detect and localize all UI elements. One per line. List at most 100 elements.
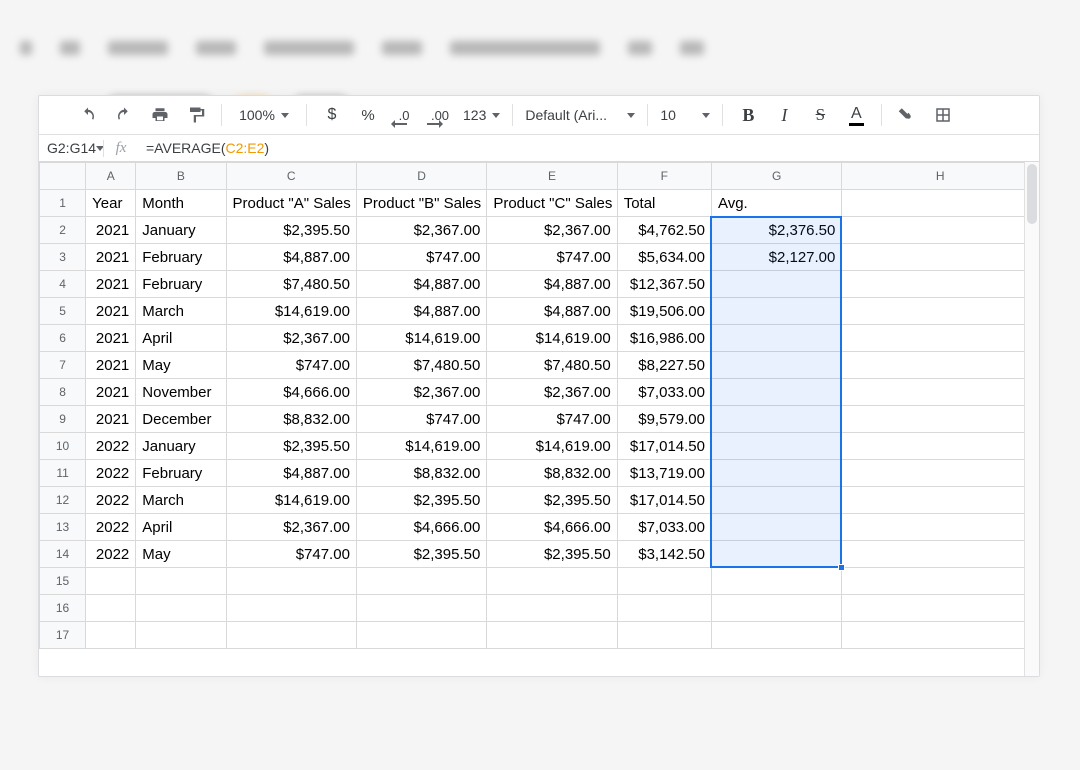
cell-H15[interactable] — [842, 568, 1039, 595]
cell-D12[interactable]: $2,395.50 — [356, 487, 486, 514]
cell-G9[interactable] — [711, 406, 841, 433]
cell-D13[interactable]: $4,666.00 — [356, 514, 486, 541]
cell-F15[interactable] — [617, 568, 711, 595]
cell-D4[interactable]: $4,887.00 — [356, 271, 486, 298]
cell-C5[interactable]: $14,619.00 — [226, 298, 356, 325]
cell-E16[interactable] — [487, 595, 617, 622]
col-header-D[interactable]: D — [356, 163, 486, 190]
row-header-2[interactable]: 2 — [40, 217, 86, 244]
undo-button[interactable] — [71, 101, 105, 129]
cell-F17[interactable] — [617, 622, 711, 649]
cell-G15[interactable] — [711, 568, 841, 595]
cell-F7[interactable]: $8,227.50 — [617, 352, 711, 379]
cell-C11[interactable]: $4,887.00 — [226, 460, 356, 487]
cell-G13[interactable] — [711, 514, 841, 541]
cell-B6[interactable]: April — [136, 325, 226, 352]
cell-C9[interactable]: $8,832.00 — [226, 406, 356, 433]
cell-E7[interactable]: $7,480.50 — [487, 352, 617, 379]
spreadsheet-grid[interactable]: A B C D E F G H 1 Year Month Product "A"… — [39, 162, 1039, 649]
cell-B13[interactable]: April — [136, 514, 226, 541]
cell-E17[interactable] — [487, 622, 617, 649]
cell-H13[interactable] — [842, 514, 1039, 541]
cell-C3[interactable]: $4,887.00 — [226, 244, 356, 271]
borders-button[interactable] — [926, 101, 960, 129]
cell-G8[interactable] — [711, 379, 841, 406]
cell-D11[interactable]: $8,832.00 — [356, 460, 486, 487]
cell-E11[interactable]: $8,832.00 — [487, 460, 617, 487]
cell-A4[interactable]: 2021 — [86, 271, 136, 298]
cell-F13[interactable]: $7,033.00 — [617, 514, 711, 541]
more-formats-dropdown[interactable]: 123 — [459, 101, 504, 129]
cell-H11[interactable] — [842, 460, 1039, 487]
strikethrough-button[interactable]: S — [803, 101, 837, 129]
increase-decimal-button[interactable]: .00 — [423, 101, 457, 129]
cell-A9[interactable]: 2021 — [86, 406, 136, 433]
cell-G14[interactable] — [711, 541, 841, 568]
zoom-dropdown[interactable]: 100% — [230, 101, 298, 129]
cell-C14[interactable]: $747.00 — [226, 541, 356, 568]
cell-H8[interactable] — [842, 379, 1039, 406]
cell-E14[interactable]: $2,395.50 — [487, 541, 617, 568]
cell-E9[interactable]: $747.00 — [487, 406, 617, 433]
col-header-A[interactable]: A — [86, 163, 136, 190]
cell-G10[interactable] — [711, 433, 841, 460]
cell-B15[interactable] — [136, 568, 226, 595]
cell-F4[interactable]: $12,367.50 — [617, 271, 711, 298]
cell-C13[interactable]: $2,367.00 — [226, 514, 356, 541]
cell-G1[interactable]: Avg. — [711, 190, 841, 217]
cell-H1[interactable] — [842, 190, 1039, 217]
cell-G11[interactable] — [711, 460, 841, 487]
cell-D10[interactable]: $14,619.00 — [356, 433, 486, 460]
cell-F3[interactable]: $5,634.00 — [617, 244, 711, 271]
decrease-decimal-button[interactable]: .0 — [387, 101, 421, 129]
col-header-H[interactable]: H — [842, 163, 1039, 190]
cell-F6[interactable]: $16,986.00 — [617, 325, 711, 352]
cell-B17[interactable] — [136, 622, 226, 649]
row-header-12[interactable]: 12 — [40, 487, 86, 514]
cell-C16[interactable] — [226, 595, 356, 622]
cell-E15[interactable] — [487, 568, 617, 595]
cell-A17[interactable] — [86, 622, 136, 649]
format-percent-button[interactable]: % — [351, 101, 385, 129]
cell-E12[interactable]: $2,395.50 — [487, 487, 617, 514]
cell-C8[interactable]: $4,666.00 — [226, 379, 356, 406]
cell-D16[interactable] — [356, 595, 486, 622]
cell-E4[interactable]: $4,887.00 — [487, 271, 617, 298]
col-header-E[interactable]: E — [487, 163, 617, 190]
cell-H16[interactable] — [842, 595, 1039, 622]
cell-C2[interactable]: $2,395.50 — [226, 217, 356, 244]
col-header-G[interactable]: G — [711, 163, 841, 190]
row-header-3[interactable]: 3 — [40, 244, 86, 271]
formula-input[interactable]: =AVERAGE(C2:E2) — [138, 140, 269, 156]
cell-C7[interactable]: $747.00 — [226, 352, 356, 379]
cell-D1[interactable]: Product "B" Sales — [356, 190, 486, 217]
redo-button[interactable] — [107, 101, 141, 129]
cell-A1[interactable]: Year — [86, 190, 136, 217]
cell-E3[interactable]: $747.00 — [487, 244, 617, 271]
col-header-C[interactable]: C — [226, 163, 356, 190]
cell-A5[interactable]: 2021 — [86, 298, 136, 325]
cell-B5[interactable]: March — [136, 298, 226, 325]
cell-C10[interactable]: $2,395.50 — [226, 433, 356, 460]
cell-B10[interactable]: January — [136, 433, 226, 460]
cell-F16[interactable] — [617, 595, 711, 622]
cell-B4[interactable]: February — [136, 271, 226, 298]
cell-A2[interactable]: 2021 — [86, 217, 136, 244]
row-header-13[interactable]: 13 — [40, 514, 86, 541]
print-button[interactable] — [143, 101, 177, 129]
scrollbar-thumb[interactable] — [1027, 164, 1037, 224]
cell-H14[interactable] — [842, 541, 1039, 568]
cell-G6[interactable] — [711, 325, 841, 352]
cell-B3[interactable]: February — [136, 244, 226, 271]
select-all-corner[interactable] — [40, 163, 86, 190]
cell-E2[interactable]: $2,367.00 — [487, 217, 617, 244]
cell-B12[interactable]: March — [136, 487, 226, 514]
cell-F9[interactable]: $9,579.00 — [617, 406, 711, 433]
row-header-4[interactable]: 4 — [40, 271, 86, 298]
cell-H3[interactable] — [842, 244, 1039, 271]
cell-G7[interactable] — [711, 352, 841, 379]
cell-B8[interactable]: November — [136, 379, 226, 406]
cell-A8[interactable]: 2021 — [86, 379, 136, 406]
cell-D7[interactable]: $7,480.50 — [356, 352, 486, 379]
cell-F2[interactable]: $4,762.50 — [617, 217, 711, 244]
